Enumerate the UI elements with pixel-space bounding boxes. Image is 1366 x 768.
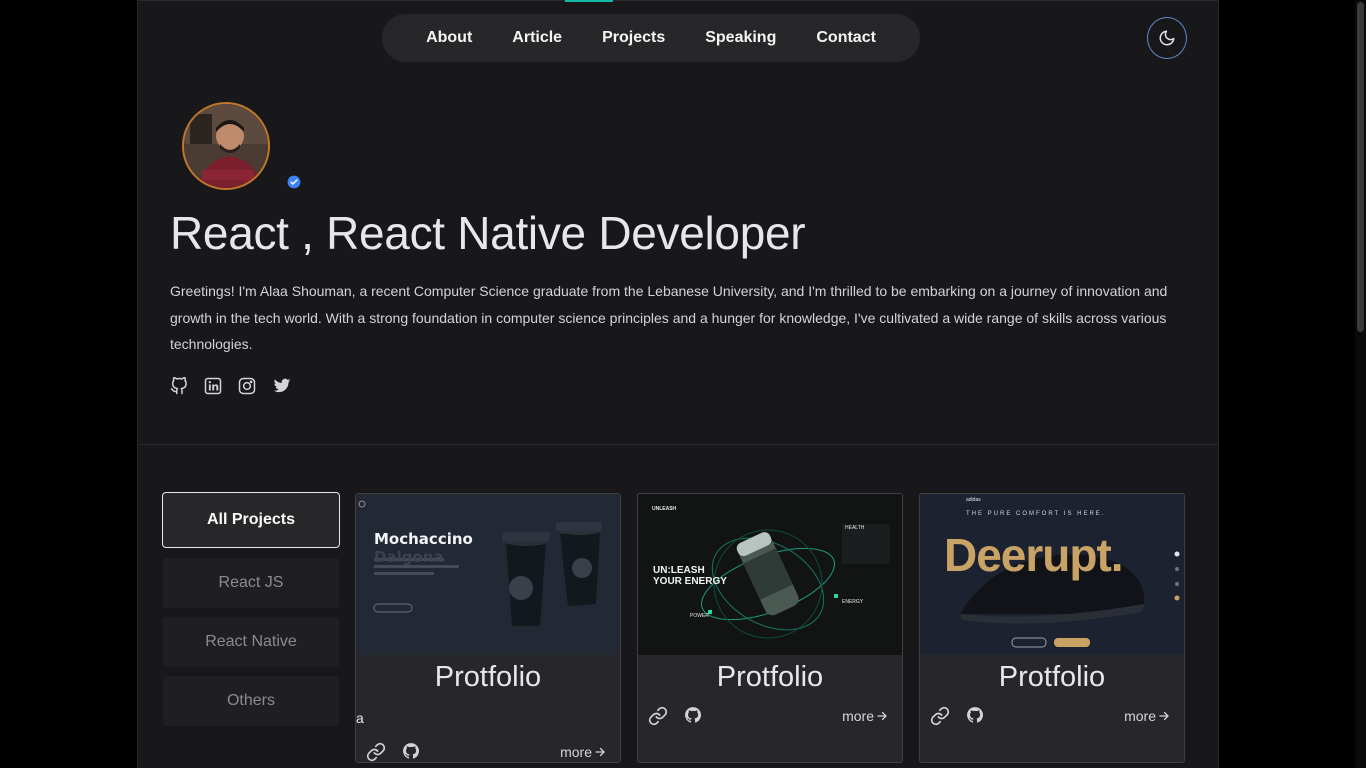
- more-label: more: [842, 708, 874, 724]
- nav-projects[interactable]: Projects: [602, 29, 665, 47]
- top-border: [138, 0, 1218, 1]
- page-scrollbar[interactable]: [1355, 0, 1366, 768]
- project-title: Protfolio: [716, 661, 824, 693]
- thumb-subheading: YOUR ENERGY: [653, 576, 727, 587]
- project-thumbnail[interactable]: UNLEASH UN:LEASH YOUR ENERGY HEALTH POWE…: [638, 494, 902, 655]
- bio-text: Greetings! I'm Alaa Shouman, a recent Co…: [170, 283, 1168, 352]
- thumb-power: POWER: [690, 613, 709, 619]
- filter-react-native[interactable]: React Native: [163, 617, 339, 667]
- github-icon[interactable]: [966, 706, 986, 726]
- nav-speaking[interactable]: Speaking: [705, 29, 776, 47]
- more-label: more: [560, 744, 592, 760]
- nav-article[interactable]: Article: [512, 29, 562, 47]
- active-nav-indicator: [565, 0, 613, 2]
- filter-all-projects[interactable]: All Projects: [162, 492, 340, 548]
- instagram-icon[interactable]: [238, 377, 256, 395]
- github-icon[interactable]: [170, 376, 188, 395]
- thumb-subheading: THE PURE COMFORT IS HERE.: [966, 511, 1106, 517]
- thumb-tag: HEALTH: [845, 525, 865, 531]
- thumb-brand: UNLEASH: [652, 506, 677, 512]
- link-icon[interactable]: [930, 706, 950, 726]
- project-card: adidas THE PURE COMFORT IS HERE. Deerupt…: [919, 493, 1185, 763]
- section-divider: [138, 444, 1218, 445]
- more-link[interactable]: more: [842, 708, 888, 724]
- theme-toggle-button[interactable]: [1147, 17, 1187, 59]
- thumb-heading: Deerupt.: [944, 529, 1124, 581]
- more-link[interactable]: more: [1124, 708, 1170, 724]
- nav-about[interactable]: About: [426, 29, 472, 47]
- thumb-heading: UN:LEASH: [653, 565, 705, 576]
- link-icon[interactable]: [366, 742, 386, 762]
- project-thumbnail[interactable]: adidas THE PURE COMFORT IS HERE. Deerupt…: [920, 494, 1184, 655]
- main-nav: About Article Projects Speaking Contact: [382, 14, 920, 62]
- nav-contact[interactable]: Contact: [816, 29, 876, 47]
- project-links: [648, 706, 704, 726]
- github-icon[interactable]: [684, 706, 704, 726]
- thumb-heading: Mochaccino: [374, 530, 473, 548]
- avatar: [182, 102, 270, 190]
- twitter-icon[interactable]: [272, 377, 291, 395]
- linkedin-icon[interactable]: [204, 377, 222, 395]
- arrow-right-icon: [595, 747, 605, 757]
- project-title: Protfolio: [998, 661, 1106, 693]
- project-subtitle: a: [356, 710, 364, 726]
- project-links: [930, 706, 986, 726]
- filter-react-js[interactable]: React JS: [163, 558, 339, 608]
- project-thumbnail[interactable]: Mochaccino Dalgona: [356, 494, 620, 655]
- scrollbar-thumb[interactable]: [1357, 2, 1364, 332]
- project-links: [366, 742, 422, 762]
- more-link[interactable]: more: [560, 744, 606, 760]
- thumb-subheading: Dalgona: [374, 548, 444, 566]
- link-icon[interactable]: [648, 706, 668, 726]
- page-title: React , React Native Developer: [170, 207, 806, 259]
- thumb-energy: ENERGY: [842, 599, 864, 605]
- page-container: About Article Projects Speaking Contact …: [137, 0, 1219, 768]
- arrow-right-icon: [1159, 711, 1169, 721]
- project-filters: All Projects React JS React Native Other…: [162, 492, 340, 735]
- github-icon[interactable]: [402, 742, 422, 762]
- arrow-right-icon: [877, 711, 887, 721]
- project-card: Mochaccino Dalgona Protfolio a more: [355, 493, 621, 763]
- more-label: more: [1124, 708, 1156, 724]
- filter-others[interactable]: Others: [163, 676, 339, 726]
- thumb-brand: adidas: [966, 497, 981, 503]
- project-title: Protfolio: [434, 661, 542, 693]
- verified-badge-icon: [287, 175, 301, 189]
- project-card: UNLEASH UN:LEASH YOUR ENERGY HEALTH POWE…: [637, 493, 903, 763]
- social-links: [170, 376, 291, 395]
- moon-icon: [1159, 30, 1175, 46]
